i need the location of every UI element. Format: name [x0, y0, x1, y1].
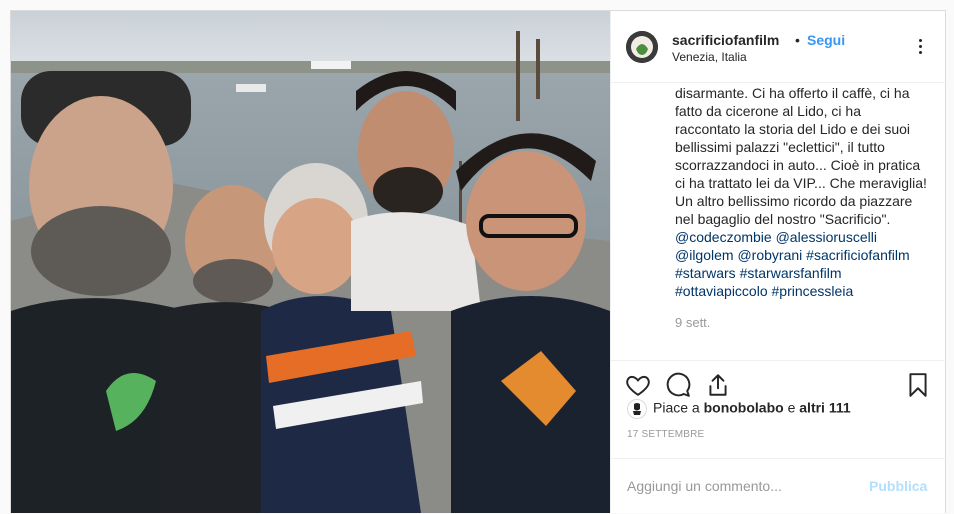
caption-line: raccontato la storia del Lido e dei suoi	[675, 121, 911, 137]
liker-username[interactable]: bonobolabo	[704, 400, 784, 416]
caption-line: disarmante. Ci ha offerto il caffè, ci h…	[675, 85, 910, 101]
follow-button[interactable]: Segui	[807, 32, 845, 48]
mention-link[interactable]: @robyrani	[737, 247, 802, 263]
caption-tags-line: #ottaviapiccolo #princessleia	[675, 282, 937, 300]
avatar[interactable]	[626, 31, 658, 63]
caption-line: bellissimi palazzi "eclettici", il tutto	[675, 139, 885, 155]
hashtag-link[interactable]: #starwarsfanfilm	[740, 265, 842, 281]
post-date: 17 SETTEMBRE	[627, 429, 705, 440]
likes-summary: Piace a bonobolabo e altri 111	[627, 399, 851, 419]
caption-tags-line: @codeczombie @alessioruscelli	[675, 228, 937, 246]
comment-icon[interactable]	[665, 372, 693, 400]
more-options-icon[interactable]	[911, 37, 931, 57]
mention-link[interactable]: @codeczombie	[675, 229, 772, 245]
group-selfie-image	[11, 11, 610, 513]
comment-time: 9 sett.	[675, 315, 711, 330]
separator-dot: •	[795, 32, 800, 48]
liker-avatar[interactable]	[627, 399, 647, 419]
mention-link[interactable]: @ilgolem	[675, 247, 734, 263]
post-caption: disarmante. Ci ha offerto il caffè, ci h…	[675, 84, 937, 300]
post-header: sacrificiofanfilm • Segui Venezia, Itali…	[611, 11, 947, 83]
share-icon[interactable]	[705, 372, 733, 400]
action-bar	[611, 360, 947, 397]
caption-line: ci ha trattato lei da VIP... Che meravig…	[675, 175, 927, 191]
instagram-post: sacrificiofanfilm • Segui Venezia, Itali…	[10, 10, 947, 514]
caption-line: nel bagaglio del nostro "Sacrificio".	[675, 211, 891, 227]
bookmark-icon[interactable]	[905, 372, 933, 400]
location-link[interactable]: Venezia, Italia	[672, 50, 747, 64]
avatar-logo-icon	[626, 31, 658, 63]
heart-icon[interactable]	[625, 372, 653, 400]
publish-button[interactable]: Pubblica	[869, 478, 927, 494]
likes-joiner: e	[787, 399, 796, 416]
username[interactable]: sacrificiofanfilm	[672, 32, 779, 48]
comment-bar: Pubblica	[611, 458, 947, 514]
mention-link[interactable]: @alessioruscelli	[776, 229, 877, 245]
caption-line: fatto da cicerone al Lido, ci ha	[675, 103, 862, 119]
hashtag-link[interactable]: #sacrificiofanfilm	[806, 247, 909, 263]
hashtag-link[interactable]: #ottaviapiccolo	[675, 283, 768, 299]
caption-line: Un altro bellissimo ricordo da piazzare	[675, 193, 913, 209]
caption-line: scorrazzandoci in auto... Cioè in pratic…	[675, 157, 921, 173]
caption-tags-line: @ilgolem @robyrani #sacrificiofanfilm	[675, 246, 937, 264]
post-photo[interactable]	[11, 11, 610, 513]
hashtag-link[interactable]: #princessleia	[772, 283, 854, 299]
caption-tags-line: #starwars #starwarsfanfilm	[675, 264, 937, 282]
post-sidebar: sacrificiofanfilm • Segui Venezia, Itali…	[610, 11, 947, 514]
other-likes-link[interactable]: altri 111	[799, 400, 850, 416]
hashtag-link[interactable]: #starwars	[675, 265, 736, 281]
likes-prefix: Piace a	[653, 399, 700, 416]
comment-input[interactable]	[627, 476, 857, 496]
